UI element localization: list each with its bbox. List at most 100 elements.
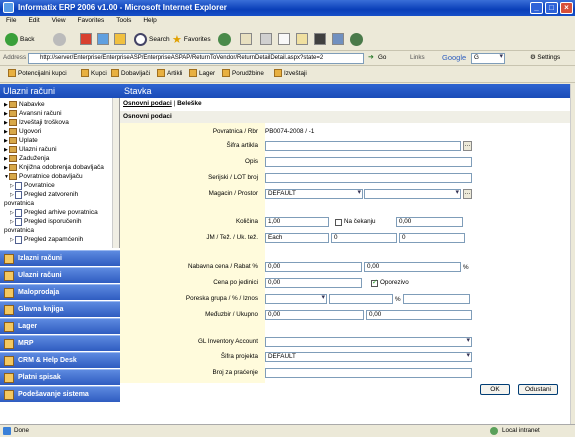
label-medjuzbir: Međuzbir / Ukupno [205, 311, 258, 318]
module-icon [4, 287, 14, 298]
research-button[interactable] [314, 31, 326, 47]
menu-tools[interactable]: Tools [116, 17, 131, 24]
tree-item-uplate[interactable]: ▶ Uplate [4, 136, 38, 145]
ukupna-tezina-input[interactable]: 0 [399, 233, 465, 243]
tree-item-pregled-zapamcenih[interactable]: ▷ Pregled zapamćenih [10, 235, 83, 244]
edit-icon [278, 33, 290, 45]
sifra-projekta-select[interactable]: DEFAULT [265, 352, 472, 362]
opis-input[interactable] [265, 157, 472, 167]
messenger-button[interactable] [332, 31, 344, 47]
link-dobavljaci[interactable]: Dobavljači [111, 69, 150, 77]
refresh-button[interactable] [97, 31, 109, 47]
medjuzbir-input[interactable]: 0,00 [265, 310, 364, 320]
poreska-iznos-input[interactable] [403, 294, 470, 304]
nav-podesavanje[interactable]: Podešavanje sistema [0, 386, 120, 402]
label-nabavna: Nabavna cena / Rabat % [187, 263, 258, 270]
nav-mrp[interactable]: MRP [0, 335, 120, 351]
menu-file[interactable]: File [6, 17, 16, 24]
close-button[interactable]: × [560, 2, 573, 14]
window-scrollbar[interactable] [570, 84, 575, 424]
print-button[interactable] [260, 31, 272, 47]
prostor-select[interactable] [364, 189, 461, 199]
serijski-input[interactable] [265, 173, 472, 183]
tab-beleske[interactable]: Beleške [177, 100, 202, 107]
tree-item-pregled-zatvorenih[interactable]: ▷ Pregled zatvorenih [10, 190, 78, 199]
kolicina-input[interactable]: 1,00 [265, 217, 329, 227]
mail-button[interactable] [240, 31, 252, 47]
menu-edit[interactable]: Edit [28, 17, 39, 24]
folder-icon [9, 137, 17, 144]
title-bar: Informatix ERP 2006 v1.00 - Microsoft In… [0, 0, 575, 16]
minimize-button[interactable]: _ [530, 2, 543, 14]
link-potencijalni-kupci[interactable]: Potencijalni kupci [8, 69, 67, 77]
na-cekanju-checkbox[interactable] [335, 219, 342, 226]
ukupno-input[interactable]: 0,00 [366, 310, 472, 320]
back-button[interactable]: Back [5, 31, 34, 47]
edit-button[interactable] [278, 31, 290, 47]
ok-button[interactable]: OK [480, 384, 510, 395]
cena-input[interactable]: 0,00 [265, 278, 362, 288]
go-button[interactable]: Go [378, 54, 386, 61]
address-input[interactable]: http://server/Enterprise/EnterpriseASP/E… [28, 53, 364, 64]
poreska-grupa-select[interactable] [265, 294, 327, 304]
sifra-artikla-input[interactable] [265, 141, 461, 151]
nav-glavna-knjiga[interactable]: Glavna knjiga [0, 301, 120, 317]
magacin-select[interactable]: DEFAULT [265, 189, 363, 199]
nav-izlazni-racuni[interactable]: Izlazni računi [0, 250, 120, 266]
favorites-button[interactable]: ★ Favorites [172, 31, 211, 47]
forward-button[interactable] [53, 31, 68, 47]
nav-crm[interactable]: CRM & Help Desk [0, 352, 120, 368]
tools-button[interactable] [350, 31, 365, 47]
google-search-input[interactable]: G [471, 53, 505, 64]
tree-item-ulazni[interactable]: ▶ Ulazni računi [4, 145, 57, 154]
broj-pracenje-input[interactable] [265, 368, 472, 378]
nav-ulazni-racuni[interactable]: Ulazni računi [0, 267, 120, 283]
search-button[interactable]: Search [134, 31, 170, 47]
stop-button[interactable] [80, 31, 92, 47]
tree-item-avansni[interactable]: ▶ Avansni računi [4, 109, 62, 118]
nav-maloprodaja[interactable]: Maloprodaja [0, 284, 120, 300]
link-artikli[interactable]: Artikli [157, 69, 182, 77]
links-label[interactable]: Links [410, 54, 425, 61]
module-icon [4, 270, 14, 281]
link-izvestaji[interactable]: Izveštaji [274, 69, 307, 77]
nav-lager[interactable]: Lager [0, 318, 120, 334]
gl-account-select[interactable] [265, 337, 472, 347]
nav-platni-spisak[interactable]: Platni spisak [0, 369, 120, 385]
discuss-button[interactable] [296, 31, 308, 47]
menu-view[interactable]: View [52, 17, 66, 24]
oporezivo-checkbox[interactable]: ✓ [371, 279, 378, 287]
cancel-button[interactable]: Odustani [518, 384, 558, 395]
menu-favorites[interactable]: Favorites [78, 17, 105, 24]
tree-item-izvestaji[interactable]: ▶ Izveštaji troškova [4, 118, 69, 127]
tree-item-povratnice-dob[interactable]: ▼ Povratnice dobavljaču [4, 172, 83, 181]
maximize-button[interactable]: □ [545, 2, 558, 14]
history-button[interactable] [218, 31, 233, 47]
sifra-lookup-button[interactable]: … [463, 141, 472, 151]
tab-osnovni-podaci[interactable]: Osnovni podaci [123, 100, 172, 107]
prostor-lookup-button[interactable]: … [463, 189, 472, 199]
tree-item-pregled-arhive[interactable]: ▷ Pregled arhive povratnica [10, 208, 98, 217]
na-cekanju-input[interactable]: 0,00 [396, 217, 463, 227]
tree-item-ugovori[interactable]: ▶ Ugovori [4, 127, 41, 136]
link-lager[interactable]: Lager [189, 69, 215, 77]
tree-item-nabavke[interactable]: ▶ Nabavke [4, 100, 45, 109]
oporezivo-label: Oporezivo [380, 279, 409, 286]
home-button[interactable] [114, 31, 126, 47]
tree-item-knjizna[interactable]: ▶ Knjižna odobrenja dobavljača [4, 163, 104, 172]
settings-button[interactable]: ⚙ Settings [530, 54, 560, 61]
link-porudzbine[interactable]: Porudžbine [222, 69, 264, 77]
poreska-pct-input[interactable] [329, 294, 393, 304]
tezina-input[interactable]: 0 [331, 233, 397, 243]
link-kupci[interactable]: Kupci [81, 69, 107, 77]
go-arrow-icon[interactable]: ➜ [368, 53, 374, 61]
nabavna-cena-input[interactable]: 0,00 [265, 262, 362, 272]
rabat-input[interactable]: 0,00 [364, 262, 461, 272]
tree-scrollbar[interactable] [112, 98, 119, 248]
menu-bar: File Edit View Favorites Tools Help [0, 16, 575, 27]
menu-help[interactable]: Help [143, 17, 156, 24]
tree-item-zaduzenja[interactable]: ▶ Zaduženja [4, 154, 49, 163]
tree-item-povratnice[interactable]: ▷ Povratnice [10, 181, 55, 190]
jm-input[interactable]: Each [265, 233, 329, 243]
tree-item-pregled-isporucenih[interactable]: ▷ Pregled isporučenih [10, 217, 81, 226]
